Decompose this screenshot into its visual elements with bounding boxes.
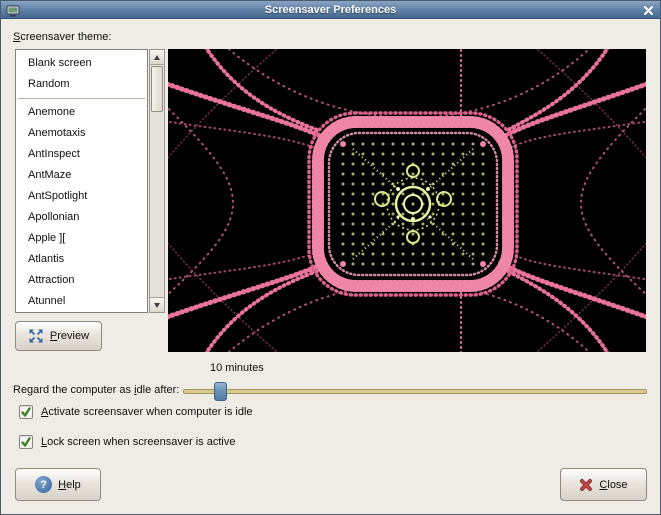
list-item[interactable]: Atlantis	[16, 249, 147, 270]
preview-icon	[28, 328, 44, 344]
list-item[interactable]: AntInspect	[16, 144, 147, 165]
activate-screensaver-label: Activate screensaver when computer is id…	[41, 406, 253, 418]
preview-button-text: review	[57, 330, 90, 342]
list-item[interactable]: AntSpotlight	[16, 186, 147, 207]
help-button-mnemonic: H	[58, 478, 67, 491]
list-item[interactable]: Atunnel	[16, 291, 147, 312]
help-icon: ?	[35, 476, 53, 493]
scrollbar-thumb[interactable]	[151, 66, 163, 112]
scrollbar-down-button[interactable]	[150, 297, 164, 312]
window-close-button[interactable]	[642, 4, 655, 17]
help-button-text: elp	[66, 478, 81, 491]
scrollbar-up-button[interactable]	[150, 50, 164, 65]
check-icon	[21, 407, 31, 417]
list-item[interactable]: Apollonian	[16, 207, 147, 228]
idle-label-prefix: Regard the computer as	[13, 384, 135, 396]
close-icon	[579, 478, 593, 492]
screensaver-preferences-window: Screensaver Preferences Screensaver them…	[0, 0, 661, 515]
help-button-label: Help	[58, 479, 81, 491]
theme-list-scrollbar[interactable]	[149, 49, 165, 313]
check-icon	[21, 437, 31, 447]
close-button-text: lose	[607, 478, 628, 491]
list-item[interactable]: Blank screen	[16, 53, 147, 74]
activate-label-text: ctivate screensaver when computer is idl…	[48, 406, 253, 418]
lock-screen-checkbox[interactable]	[19, 435, 33, 449]
idle-label-suffix: dle after:	[136, 384, 180, 396]
list-item[interactable]: Attraction	[16, 270, 147, 291]
help-button[interactable]: ? Help	[15, 468, 101, 501]
lock-screen-checkbox-row[interactable]: Lock screen when screensaver is active	[19, 434, 235, 450]
preview-area	[142, 23, 660, 378]
list-separator	[16, 95, 147, 102]
lock-label-text: ock screen when screensaver is active	[47, 436, 236, 448]
idle-slider-track[interactable]	[183, 389, 647, 394]
preview-button[interactable]: Preview	[15, 321, 102, 351]
theme-label: Screensaver theme:	[13, 31, 111, 43]
window-title: Screensaver Preferences	[264, 4, 397, 16]
list-item[interactable]: Random	[16, 74, 147, 95]
preview-button-label: Preview	[50, 330, 89, 342]
theme-list: Blank screen Random Anemone Anemotaxis A…	[15, 49, 148, 313]
screensaver-fractal-preview	[142, 23, 660, 378]
idle-slider-handle[interactable]	[214, 382, 227, 401]
slider-value-label: 10 minutes	[210, 362, 264, 374]
scroll-down-icon	[154, 302, 160, 308]
list-item[interactable]: Apple ][	[16, 228, 147, 249]
activate-screensaver-checkbox[interactable]	[19, 405, 33, 419]
titlebar[interactable]: Screensaver Preferences	[1, 1, 660, 19]
list-item[interactable]: Anemone	[16, 102, 147, 123]
close-button-label: Close	[599, 479, 627, 491]
lock-screen-label: Lock screen when screensaver is active	[41, 436, 235, 448]
idle-label: Regard the computer as idle after:	[13, 384, 179, 396]
theme-label-text: creensaver theme:	[20, 31, 112, 43]
close-button[interactable]: Close	[560, 468, 647, 501]
activate-screensaver-checkbox-row[interactable]: Activate screensaver when computer is id…	[19, 404, 253, 420]
list-item[interactable]: Anemotaxis	[16, 123, 147, 144]
list-item[interactable]: AntMaze	[16, 165, 147, 186]
scroll-up-icon	[154, 54, 160, 60]
